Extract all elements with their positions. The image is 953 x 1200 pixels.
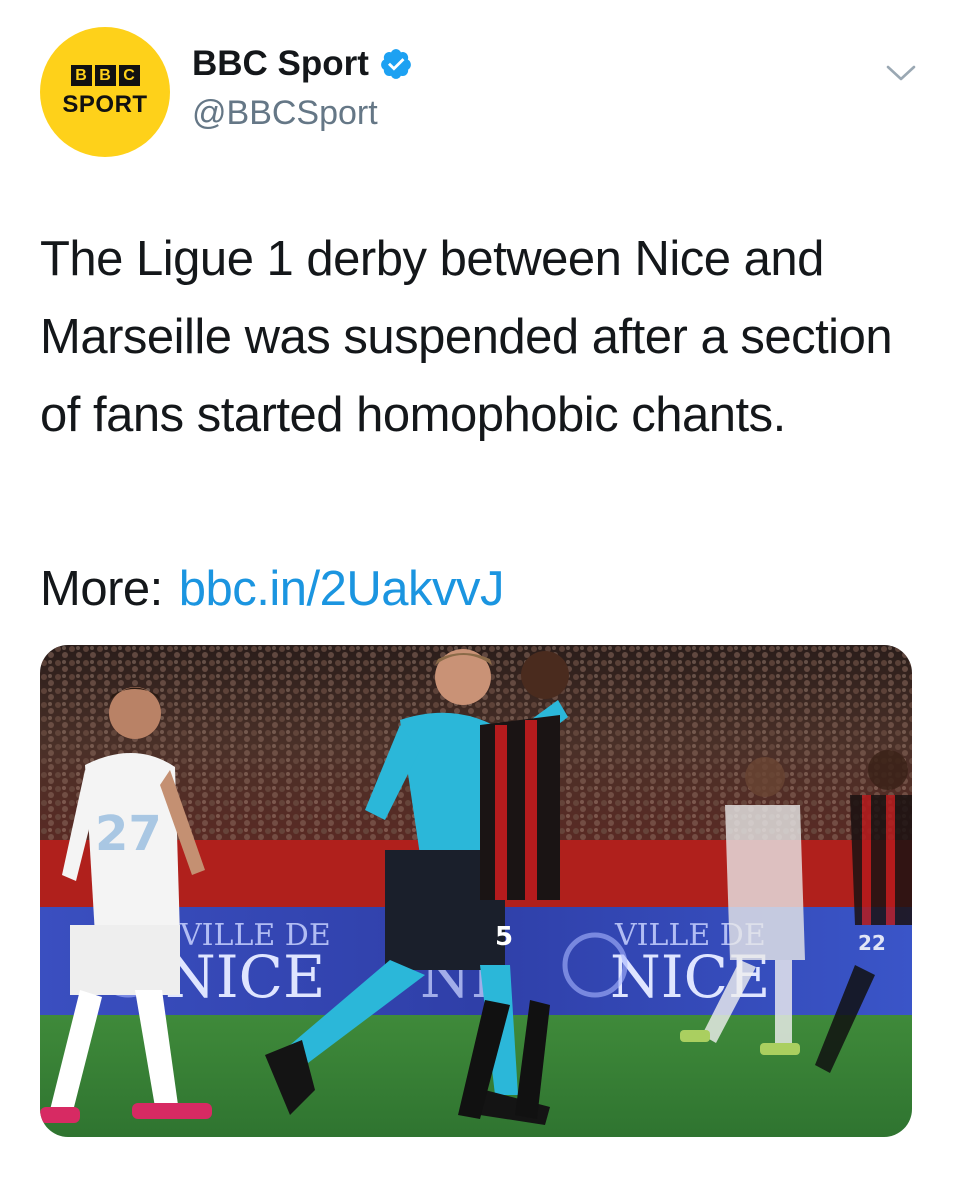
- author-handle[interactable]: @BBCSport: [192, 94, 378, 133]
- shirt-number-22: 22: [858, 931, 886, 955]
- tweet-text: The Ligue 1 derby between Nice and Marse…: [40, 232, 893, 442]
- author-name-row: BBC Sport: [192, 44, 413, 84]
- author-display-name[interactable]: BBC Sport: [192, 44, 369, 84]
- board-text-2: NICE: [165, 943, 325, 1011]
- more-label: More:: [40, 562, 163, 616]
- author-avatar[interactable]: B B C SPORT: [40, 27, 170, 157]
- more-line: More: bbc.in/2UakvvJ: [40, 550, 505, 628]
- article-link[interactable]: bbc.in/2UakvvJ: [179, 562, 505, 616]
- tweet-photo[interactable]: VILLE DE NICE NI VILLE DE NICE 27 5 22: [40, 645, 912, 1137]
- bbc-letter-b2: B: [94, 65, 116, 86]
- bbc-letter-b1: B: [70, 65, 92, 86]
- bbc-letter-c: C: [118, 65, 140, 86]
- chevron-down-icon[interactable]: [884, 60, 918, 86]
- verified-badge-icon: [381, 49, 411, 79]
- shirt-number-27: 27: [95, 806, 162, 862]
- shirt-number-5: 5: [495, 922, 513, 952]
- football-match-photo: VILLE DE NICE NI VILLE DE NICE 27 5 22: [40, 645, 912, 1137]
- sport-wordmark: SPORT: [62, 91, 148, 118]
- tweet-card: B B C SPORT BBC Sport @BBCSport The Ligu…: [0, 0, 953, 1200]
- bbc-logo-blocks: B B C: [70, 65, 140, 86]
